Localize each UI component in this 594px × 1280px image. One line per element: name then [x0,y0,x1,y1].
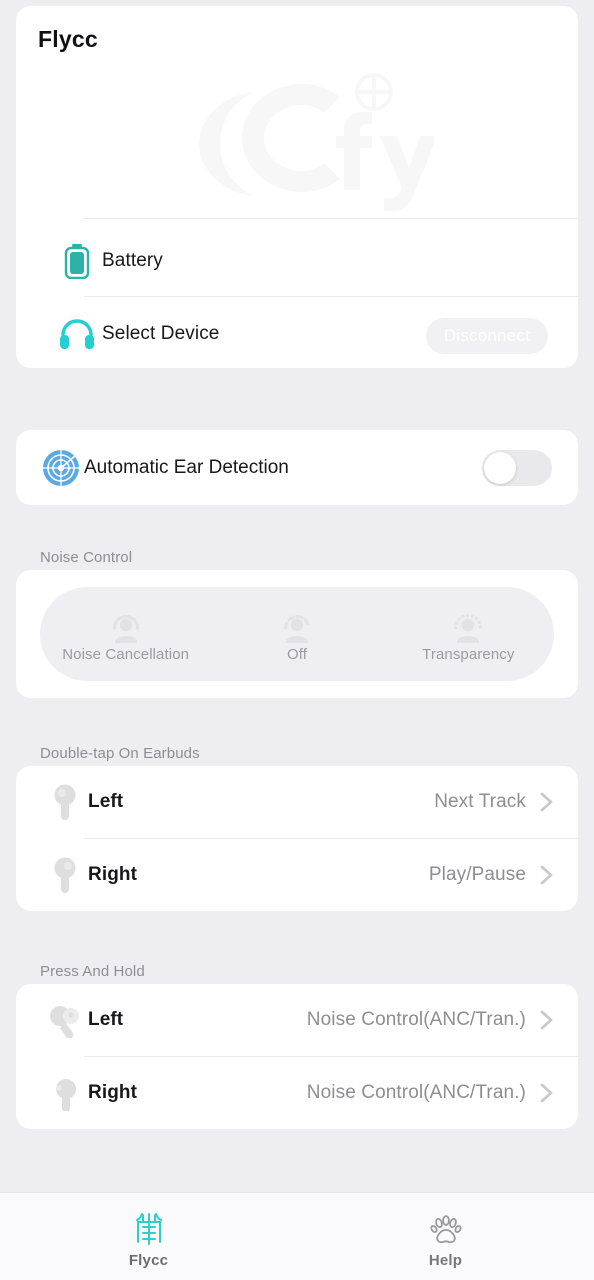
disconnect-button[interactable]: Disconnect [425,318,548,354]
tab-label: Flycc [128,1252,169,1269]
double-tap-section-label: Double-tap On Earbuds [40,745,200,762]
app-screen: Flycc Battery Select Device Disconnect A… [0,0,594,1280]
divider [84,218,578,219]
automatic-ear-detection-toggle[interactable] [482,450,552,486]
divider [84,296,578,297]
toggle-knob [484,452,516,484]
battery-icon [60,243,94,279]
brand-watermark-logo [199,73,434,211]
noise-option-transparency[interactable]: Transparency [383,587,554,681]
chevron-right-icon [540,865,553,885]
bottom-tab-bar: Flycc Help [0,1192,594,1280]
noise-option-off[interactable]: Off [211,587,382,681]
tab-label: Help [428,1252,463,1269]
earbud-right-icon [46,856,84,894]
person-dashed-ring-icon [283,614,311,643]
tab-flycc[interactable]: Flycc [0,1193,297,1280]
flycc-glyph-icon [135,1213,162,1245]
row-value: Next Track [434,791,526,812]
row-label: Right [88,864,138,885]
person-solid-ring-icon [112,614,139,643]
press-and-hold-card: Left Noise Control(ANC/Tran.) Right Nois… [16,984,578,1129]
chevron-right-icon [540,1010,553,1030]
row-value: Play/Pause [428,864,526,885]
noise-control-section-label: Noise Control [40,549,133,566]
noise-option-label: Off [286,646,308,663]
automatic-ear-detection-card: Automatic Ear Detection [16,430,578,505]
earbud-left-icon [46,783,84,821]
row-value: Noise Control(ANC/Tran.) [306,1009,526,1030]
paw-print-icon [429,1215,462,1244]
press-and-hold-row-right[interactable]: Right Noise Control(ANC/Tran.) [16,1057,578,1129]
double-tap-card: Left Next Track Right Play/Pause [16,766,578,911]
row-label: Left [88,1009,124,1030]
press-and-hold-row-left[interactable]: Left Noise Control(ANC/Tran.) [16,984,578,1056]
noise-control-segmented-control: Noise Cancellation Off Transparency [40,587,554,681]
chevron-right-icon [540,1083,553,1103]
select-device-row-label: Select Device [102,323,220,344]
headphone-icon [58,317,96,351]
row-value: Noise Control(ANC/Tran.) [306,1082,526,1103]
device-card: Flycc Battery Select Device Disconnect [16,6,578,368]
noise-option-noise-cancellation[interactable]: Noise Cancellation [40,587,211,681]
double-tap-row-left[interactable]: Left Next Track [16,766,578,838]
row-label: Left [88,791,124,812]
tab-help[interactable]: Help [297,1193,594,1280]
automatic-ear-detection-label: Automatic Ear Detection [84,457,289,478]
noise-option-label: Transparency [422,646,515,663]
earbud-press-left-icon [46,1001,84,1039]
earbud-press-right-icon [46,1074,84,1112]
radar-target-icon [42,449,80,487]
person-dotted-ring-icon [454,614,483,643]
page-title: Flycc [38,26,98,52]
noise-option-label: Noise Cancellation [62,646,190,663]
noise-control-card: Noise Cancellation Off Transparency [16,570,578,698]
double-tap-row-right[interactable]: Right Play/Pause [16,839,578,911]
chevron-right-icon [540,792,553,812]
press-and-hold-section-label: Press And Hold [40,963,145,980]
row-label: Right [88,1082,138,1103]
battery-row-label: Battery [102,250,163,271]
